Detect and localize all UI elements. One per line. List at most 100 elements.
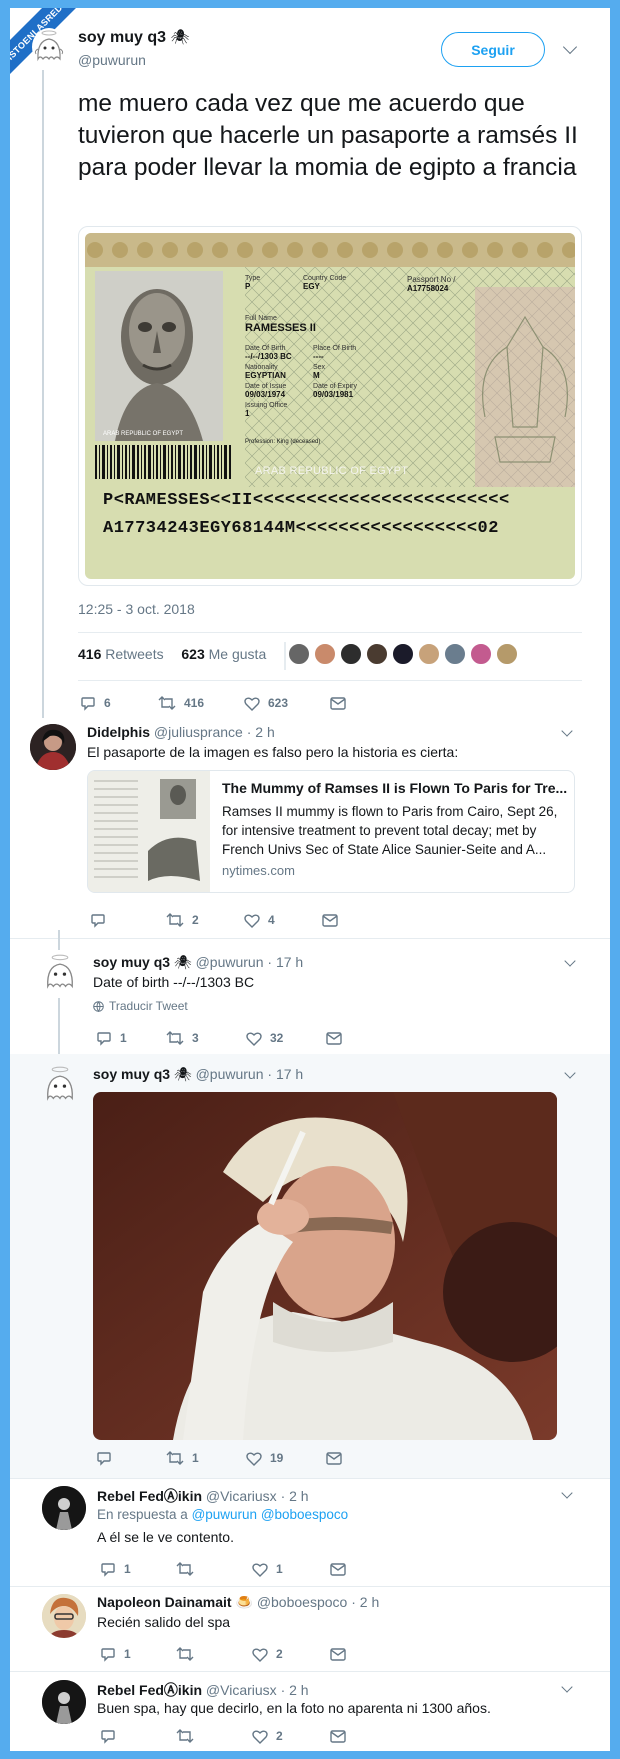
chevron-down-icon[interactable] xyxy=(564,955,576,967)
retweet-button[interactable]: 2 xyxy=(166,912,244,928)
engagement-stats: 416 Retweets 623 Me gusta xyxy=(78,646,266,662)
like-button[interactable]: 623 xyxy=(244,696,330,711)
avatar[interactable] xyxy=(392,643,414,665)
avatar[interactable] xyxy=(42,1486,86,1530)
handle[interactable]: @puwurun xyxy=(196,1066,264,1082)
retweet-button[interactable] xyxy=(176,1561,252,1577)
like-button[interactable]: 32 xyxy=(246,1031,326,1046)
retweet-button[interactable]: 416 xyxy=(158,695,244,711)
reply-button[interactable]: 1 xyxy=(100,1646,176,1662)
message-button[interactable] xyxy=(326,1031,342,1045)
handle[interactable]: @Vicariusx xyxy=(206,1488,277,1504)
reply-button[interactable]: 6 xyxy=(80,695,158,711)
avatar[interactable] xyxy=(32,28,66,66)
avatar[interactable] xyxy=(470,643,492,665)
likes-label[interactable]: Me gusta xyxy=(209,646,267,662)
tweet-time[interactable]: · 2 h xyxy=(281,1682,309,1698)
tweet-time[interactable]: · 17 h xyxy=(267,1066,303,1082)
tweet-image[interactable]: ARAB REPUBLIC OF EGYPT Type P Country Co… xyxy=(78,226,582,586)
avatar[interactable] xyxy=(366,643,388,665)
message-button[interactable] xyxy=(330,1562,346,1576)
display-name[interactable]: Rebel FedⒶikin xyxy=(97,1682,202,1698)
retweet-button[interactable]: 3 xyxy=(166,1030,246,1046)
chevron-down-icon[interactable] xyxy=(561,1681,573,1693)
avatar[interactable] xyxy=(444,643,466,665)
tweet-text: me muero cada vez que me acuerdo que tuv… xyxy=(78,90,578,181)
dob-label: Date Of Birth xyxy=(245,345,286,352)
likers-avatars[interactable] xyxy=(288,643,522,665)
avatar[interactable] xyxy=(314,643,336,665)
tweet-image[interactable] xyxy=(93,1092,557,1440)
chevron-down-icon[interactable] xyxy=(562,39,578,55)
chevron-down-icon[interactable] xyxy=(564,1067,576,1079)
reply-context-users[interactable]: @puwurun @boboespoco xyxy=(192,1507,349,1522)
field-country: Country Code EGY xyxy=(303,275,346,291)
tweet-header: Rebel FedⒶikin @Vicariusx · 2 h xyxy=(97,1486,309,1506)
handle[interactable]: @Vicariusx xyxy=(206,1682,277,1698)
link-card[interactable]: The Mummy of Ramses II is Flown To Paris… xyxy=(87,770,575,893)
like-button[interactable]: 19 xyxy=(246,1451,326,1466)
avatar[interactable] xyxy=(42,1680,86,1724)
avatar[interactable] xyxy=(288,643,310,665)
avatar[interactable] xyxy=(40,1064,80,1106)
like-button[interactable]: 4 xyxy=(244,913,322,928)
message-button[interactable] xyxy=(330,1729,346,1743)
divider xyxy=(78,680,582,681)
likes-count[interactable]: 623 xyxy=(181,646,204,662)
tweet-time[interactable]: · 2 h xyxy=(247,724,275,740)
retweet-button[interactable] xyxy=(176,1646,252,1662)
field-type: Type P xyxy=(245,275,260,291)
heart-icon xyxy=(252,1563,268,1577)
message-button[interactable] xyxy=(330,696,346,710)
avatar[interactable] xyxy=(42,1594,86,1638)
retweet-button[interactable]: 1 xyxy=(166,1450,246,1466)
handle[interactable]: @boboespoco xyxy=(257,1594,348,1610)
timestamp[interactable]: 12:25 - 3 oct. 2018 xyxy=(78,601,195,617)
reply-button[interactable] xyxy=(90,912,166,928)
avatar[interactable] xyxy=(496,643,518,665)
handle[interactable]: @puwurun xyxy=(196,954,264,970)
like-button[interactable]: 2 xyxy=(252,1729,330,1744)
tweet-time[interactable]: · 17 h xyxy=(267,954,303,970)
display-name[interactable]: Didelphis xyxy=(87,724,150,740)
avatar[interactable] xyxy=(340,643,362,665)
avatar[interactable] xyxy=(30,724,76,770)
display-name[interactable]: Napoleon Dainamait xyxy=(97,1594,232,1610)
message-button[interactable] xyxy=(322,913,338,927)
divider xyxy=(284,642,286,670)
retweets-count[interactable]: 416 xyxy=(78,646,101,662)
reply-button[interactable] xyxy=(96,1450,166,1466)
reply-button[interactable]: 1 xyxy=(96,1030,166,1046)
field-issue: Date of Issue 09/03/1974 xyxy=(245,383,286,399)
envelope-icon xyxy=(322,913,338,927)
reply-button[interactable] xyxy=(100,1728,176,1744)
display-name[interactable]: Rebel FedⒶikin xyxy=(97,1488,202,1504)
like-button[interactable]: 1 xyxy=(252,1562,330,1577)
message-button[interactable] xyxy=(326,1451,342,1465)
display-name[interactable]: soy muy q3 xyxy=(93,1066,170,1082)
tweet-time[interactable]: · 2 h xyxy=(281,1488,309,1504)
avatar[interactable] xyxy=(418,643,440,665)
handle[interactable]: @juliusprance xyxy=(154,724,243,740)
user-avatar-icon xyxy=(30,724,76,770)
retweet-button[interactable] xyxy=(176,1728,252,1744)
chevron-down-icon[interactable] xyxy=(561,1487,573,1499)
reply-button[interactable]: 1 xyxy=(100,1561,176,1577)
handle[interactable]: @puwurun xyxy=(78,52,146,68)
retweets-label[interactable]: Retweets xyxy=(105,646,163,662)
thread-line xyxy=(58,930,60,950)
like-button[interactable]: 2 xyxy=(252,1647,330,1662)
display-name[interactable]: soy muy q3 xyxy=(78,29,166,46)
translate-link[interactable]: Traducir Tweet xyxy=(93,999,188,1013)
tweet-time[interactable]: · 2 h xyxy=(351,1594,379,1610)
follow-button[interactable]: Seguir xyxy=(441,32,545,67)
display-name[interactable]: soy muy q3 xyxy=(93,954,170,970)
reply-icon xyxy=(101,1563,115,1577)
spider-icon: 🕷 xyxy=(173,1066,192,1082)
tweet-actions: 1 1 xyxy=(100,1561,420,1577)
message-button[interactable] xyxy=(330,1647,346,1661)
tweet-text: Buen spa, hay que decirlo, en la foto no… xyxy=(97,1700,491,1716)
chevron-down-icon[interactable] xyxy=(561,725,573,737)
nationality-label: Nationality xyxy=(245,364,278,371)
avatar[interactable] xyxy=(40,952,80,994)
